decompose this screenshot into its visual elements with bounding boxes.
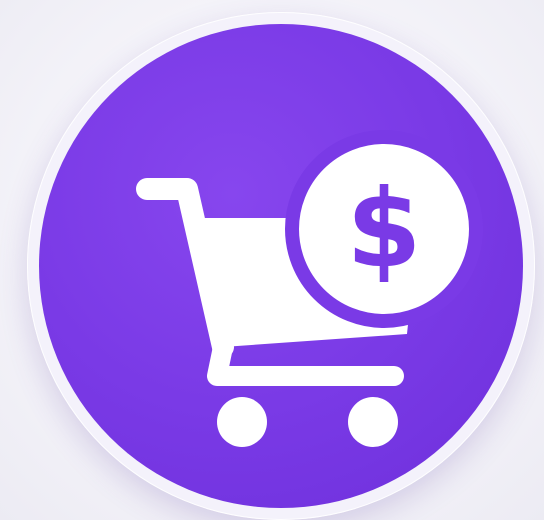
cart-rail-icon (207, 337, 404, 386)
canvas-background: $ (0, 0, 544, 520)
app-icon: $ (27, 12, 535, 520)
dollar-sign: $ (346, 167, 421, 292)
cart-wheel-left-icon (217, 397, 267, 447)
shopping-cart-dollar-icon: $ (136, 130, 483, 447)
cart-wheel-right-icon (348, 397, 398, 447)
icon-disc: $ (39, 24, 523, 508)
